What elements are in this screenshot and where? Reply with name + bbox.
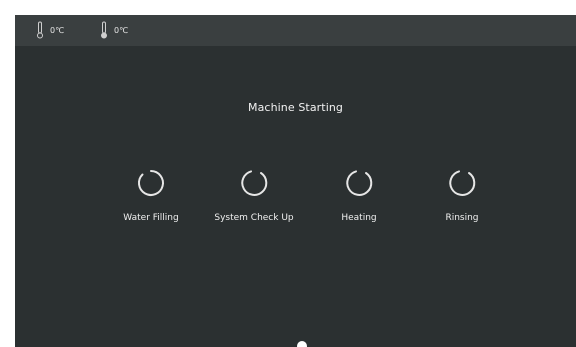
step-label: Heating (341, 213, 377, 223)
temperature-readout-2: 0℃ (100, 21, 128, 39)
status-bar: 0℃ 0℃ (15, 15, 576, 46)
thermometer-icon (36, 21, 44, 39)
step-label: Water Filling (123, 213, 179, 223)
step-water-filling: Water Filling (91, 168, 211, 223)
page-indicator-dot[interactable] (297, 341, 307, 347)
temperature-value-2: 0℃ (114, 25, 129, 35)
loading-spinner-icon (449, 170, 476, 196)
startup-steps: Water Filling System Check Up Heating Ri… (15, 168, 576, 238)
machine-screen: 0℃ 0℃ Machine Starting Water Filling Sys… (15, 15, 576, 347)
loading-spinner-icon (241, 170, 268, 196)
step-system-check-up: System Check Up (194, 168, 314, 223)
loading-spinner-icon (138, 170, 164, 196)
step-heating: Heating (299, 168, 419, 223)
thermometer-icon (100, 21, 108, 39)
loading-spinner-icon (346, 170, 373, 196)
temperature-value-1: 0℃ (50, 25, 65, 35)
temperature-readout-1: 0℃ (36, 21, 64, 39)
step-label: System Check Up (214, 213, 294, 223)
step-rinsing: Rinsing (402, 168, 522, 223)
step-label: Rinsing (445, 213, 479, 223)
page-title: Machine Starting (247, 101, 344, 114)
